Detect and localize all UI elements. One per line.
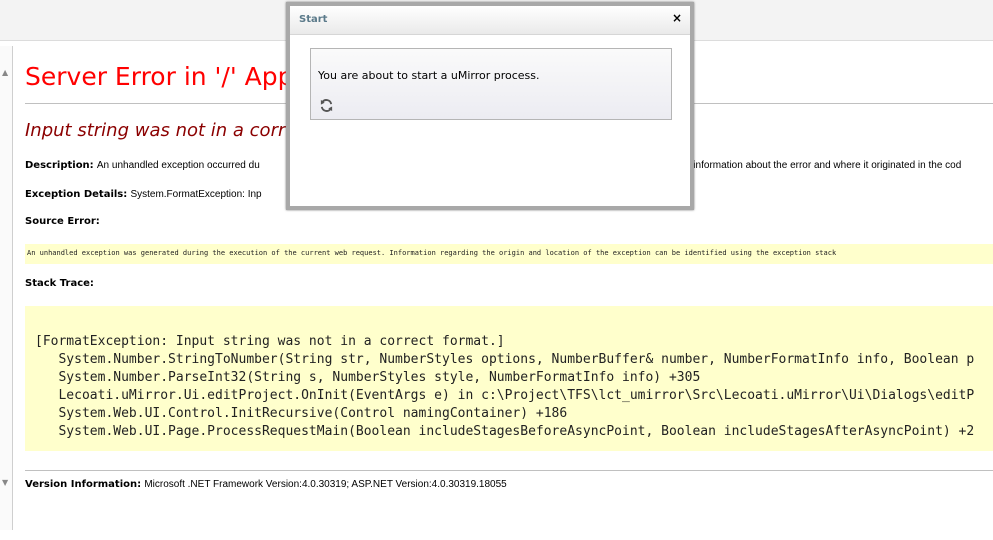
left-rail: ▲ ▼ [0,46,13,530]
description-text: An unhandled exception occurred du [96,160,260,171]
stack-line: System.Web.UI.Page.ProcessRequestMain(Bo… [35,424,975,439]
start-dialog: Start × You are about to start a uMirror… [286,2,694,210]
scroll-down-icon[interactable]: ▼ [2,478,8,487]
description-text-right: e information about the error and where … [685,160,962,171]
stack-line: System.Number.ParseInt32(String s, Numbe… [35,370,701,385]
stack-line: System.Web.UI.Control.InitRecursive(Cont… [35,406,568,421]
source-error-label: Source Error: [25,216,100,227]
version-line: Version Information: Microsoft .NET Fram… [25,479,507,490]
refresh-icon [320,99,333,112]
description-label: Description: [25,160,94,171]
stack-trace-text: [FormatException: Input string was not i… [35,333,974,441]
stack-line: System.Number.StringToNumber(String str,… [35,352,975,367]
source-error-line: Source Error: [25,216,100,227]
stack-trace-line: Stack Trace: [25,278,94,289]
source-error-box: An unhandled exception was generated dur… [25,244,993,264]
dialog-message: You are about to start a uMirror process… [318,69,540,82]
version-label: Version Information: [25,479,142,490]
exception-text: System.FormatException: Inp [130,189,262,200]
version-divider [25,470,993,471]
version-text: Microsoft .NET Framework Version:4.0.303… [144,479,507,490]
stack-line: Lecoati.uMirror.Ui.editProject.OnInit(Ev… [35,388,975,403]
close-button[interactable]: × [672,11,682,25]
source-error-text: An unhandled exception was generated dur… [27,249,837,257]
dialog-header: Start × [290,6,690,35]
description-line: Description: An unhandled exception occu… [25,160,260,171]
stack-trace-box: [FormatException: Input string was not i… [25,306,993,451]
stack-line: [FormatException: Input string was not i… [35,334,505,349]
exception-line: Exception Details: System.FormatExceptio… [25,189,262,200]
scroll-up-icon[interactable]: ▲ [2,68,8,77]
exception-label: Exception Details: [25,189,128,200]
dialog-title: Start [299,14,328,25]
stack-trace-label: Stack Trace: [25,278,94,289]
dialog-body: You are about to start a uMirror process… [310,48,672,120]
